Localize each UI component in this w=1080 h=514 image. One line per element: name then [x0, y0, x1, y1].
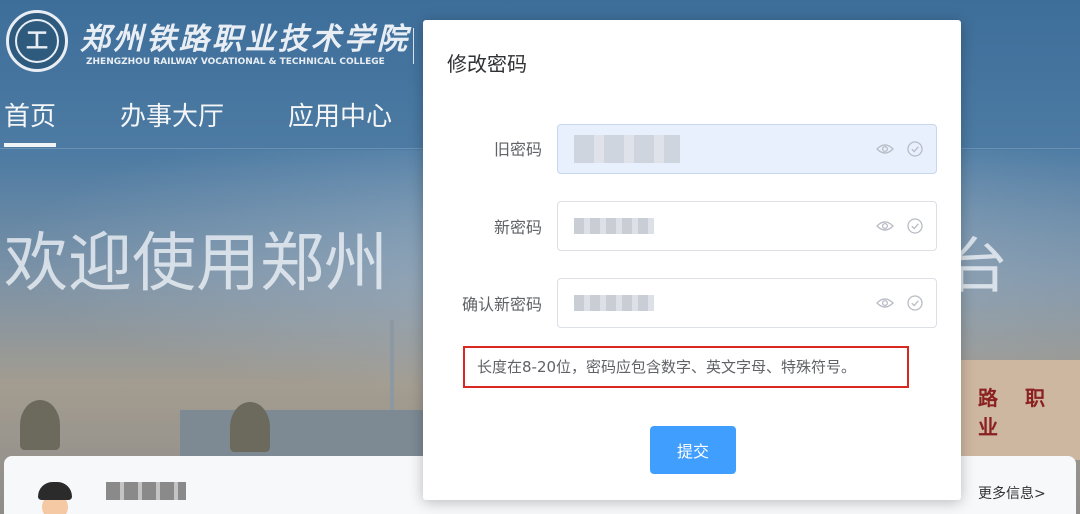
submit-button[interactable]: 提交: [650, 426, 736, 474]
new-password-field[interactable]: [557, 201, 937, 251]
check-circle-icon: [906, 140, 924, 158]
confirm-password-label: 确认新密码: [461, 295, 542, 314]
check-circle-icon: [906, 294, 924, 312]
eye-icon[interactable]: [876, 140, 894, 158]
new-password-label: 新密码: [493, 218, 542, 237]
dialog-title: 修改密码: [447, 52, 527, 76]
eye-icon[interactable]: [876, 294, 894, 312]
confirm-password-field[interactable]: [557, 278, 937, 328]
password-rule-hint: 长度在8-20位，密码应包含数字、英文字母、特殊符号。: [463, 346, 909, 388]
old-password-field[interactable]: [557, 124, 937, 174]
check-circle-icon: [906, 217, 924, 235]
eye-icon[interactable]: [876, 217, 894, 235]
change-password-dialog: 修改密码 旧密码 新密码 确认新密码 长度在8-20位，密码应包含数字、英文字母…: [423, 20, 961, 500]
old-password-label: 旧密码: [493, 140, 542, 159]
